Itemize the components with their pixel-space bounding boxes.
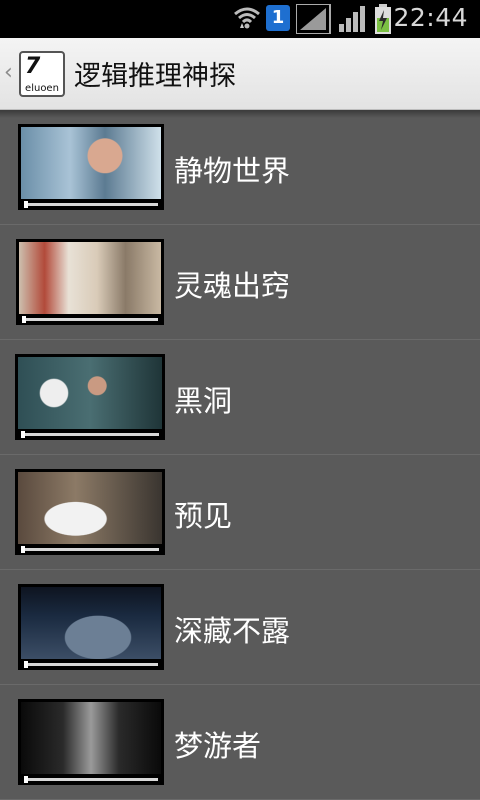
logo-mark: 7: [25, 54, 40, 79]
list-item[interactable]: 灵魂出窍: [0, 225, 480, 340]
battery-charging-icon: [375, 4, 391, 34]
video-thumbnail: [15, 354, 165, 440]
list-item[interactable]: 预见: [0, 455, 480, 570]
video-thumbnail: [15, 469, 165, 555]
movie-title: 深藏不露: [174, 614, 291, 648]
sim-badge-number: 1: [271, 7, 285, 28]
movie-title: 黑洞: [174, 384, 233, 418]
logo-word: eluoen: [25, 83, 59, 94]
list-item[interactable]: 黑洞: [0, 340, 480, 455]
wifi-icon: [234, 7, 260, 29]
signal-icon: [339, 6, 365, 32]
status-bar: 1 22:44: [0, 0, 480, 38]
action-bar-shadow: [0, 110, 480, 118]
movie-title: 灵魂出窍: [174, 269, 291, 303]
video-thumbnail: [16, 239, 164, 325]
signal-icon: [296, 4, 331, 34]
sim-card-icon: 1: [266, 5, 290, 31]
video-thumbnail: [18, 699, 164, 785]
movie-title: 预见: [174, 499, 233, 533]
status-time: 22:44: [393, 3, 468, 32]
movie-title: 静物世界: [174, 154, 291, 188]
back-chevron-icon[interactable]: ‹: [4, 60, 13, 85]
app-logo[interactable]: 7 eluoen: [19, 51, 65, 97]
movie-list: 静物世界 灵魂出窍 黑洞 预见 深藏不露 梦游者: [0, 110, 480, 800]
list-item[interactable]: 深藏不露: [0, 570, 480, 685]
page-title: 逻辑推理神探: [74, 61, 236, 92]
movie-title: 梦游者: [174, 729, 262, 763]
list-item[interactable]: 静物世界: [0, 110, 480, 225]
list-item[interactable]: 梦游者: [0, 685, 480, 800]
video-thumbnail: [18, 124, 164, 210]
action-bar: ‹ 7 eluoen 逻辑推理神探: [0, 38, 480, 110]
video-thumbnail: [18, 584, 164, 670]
